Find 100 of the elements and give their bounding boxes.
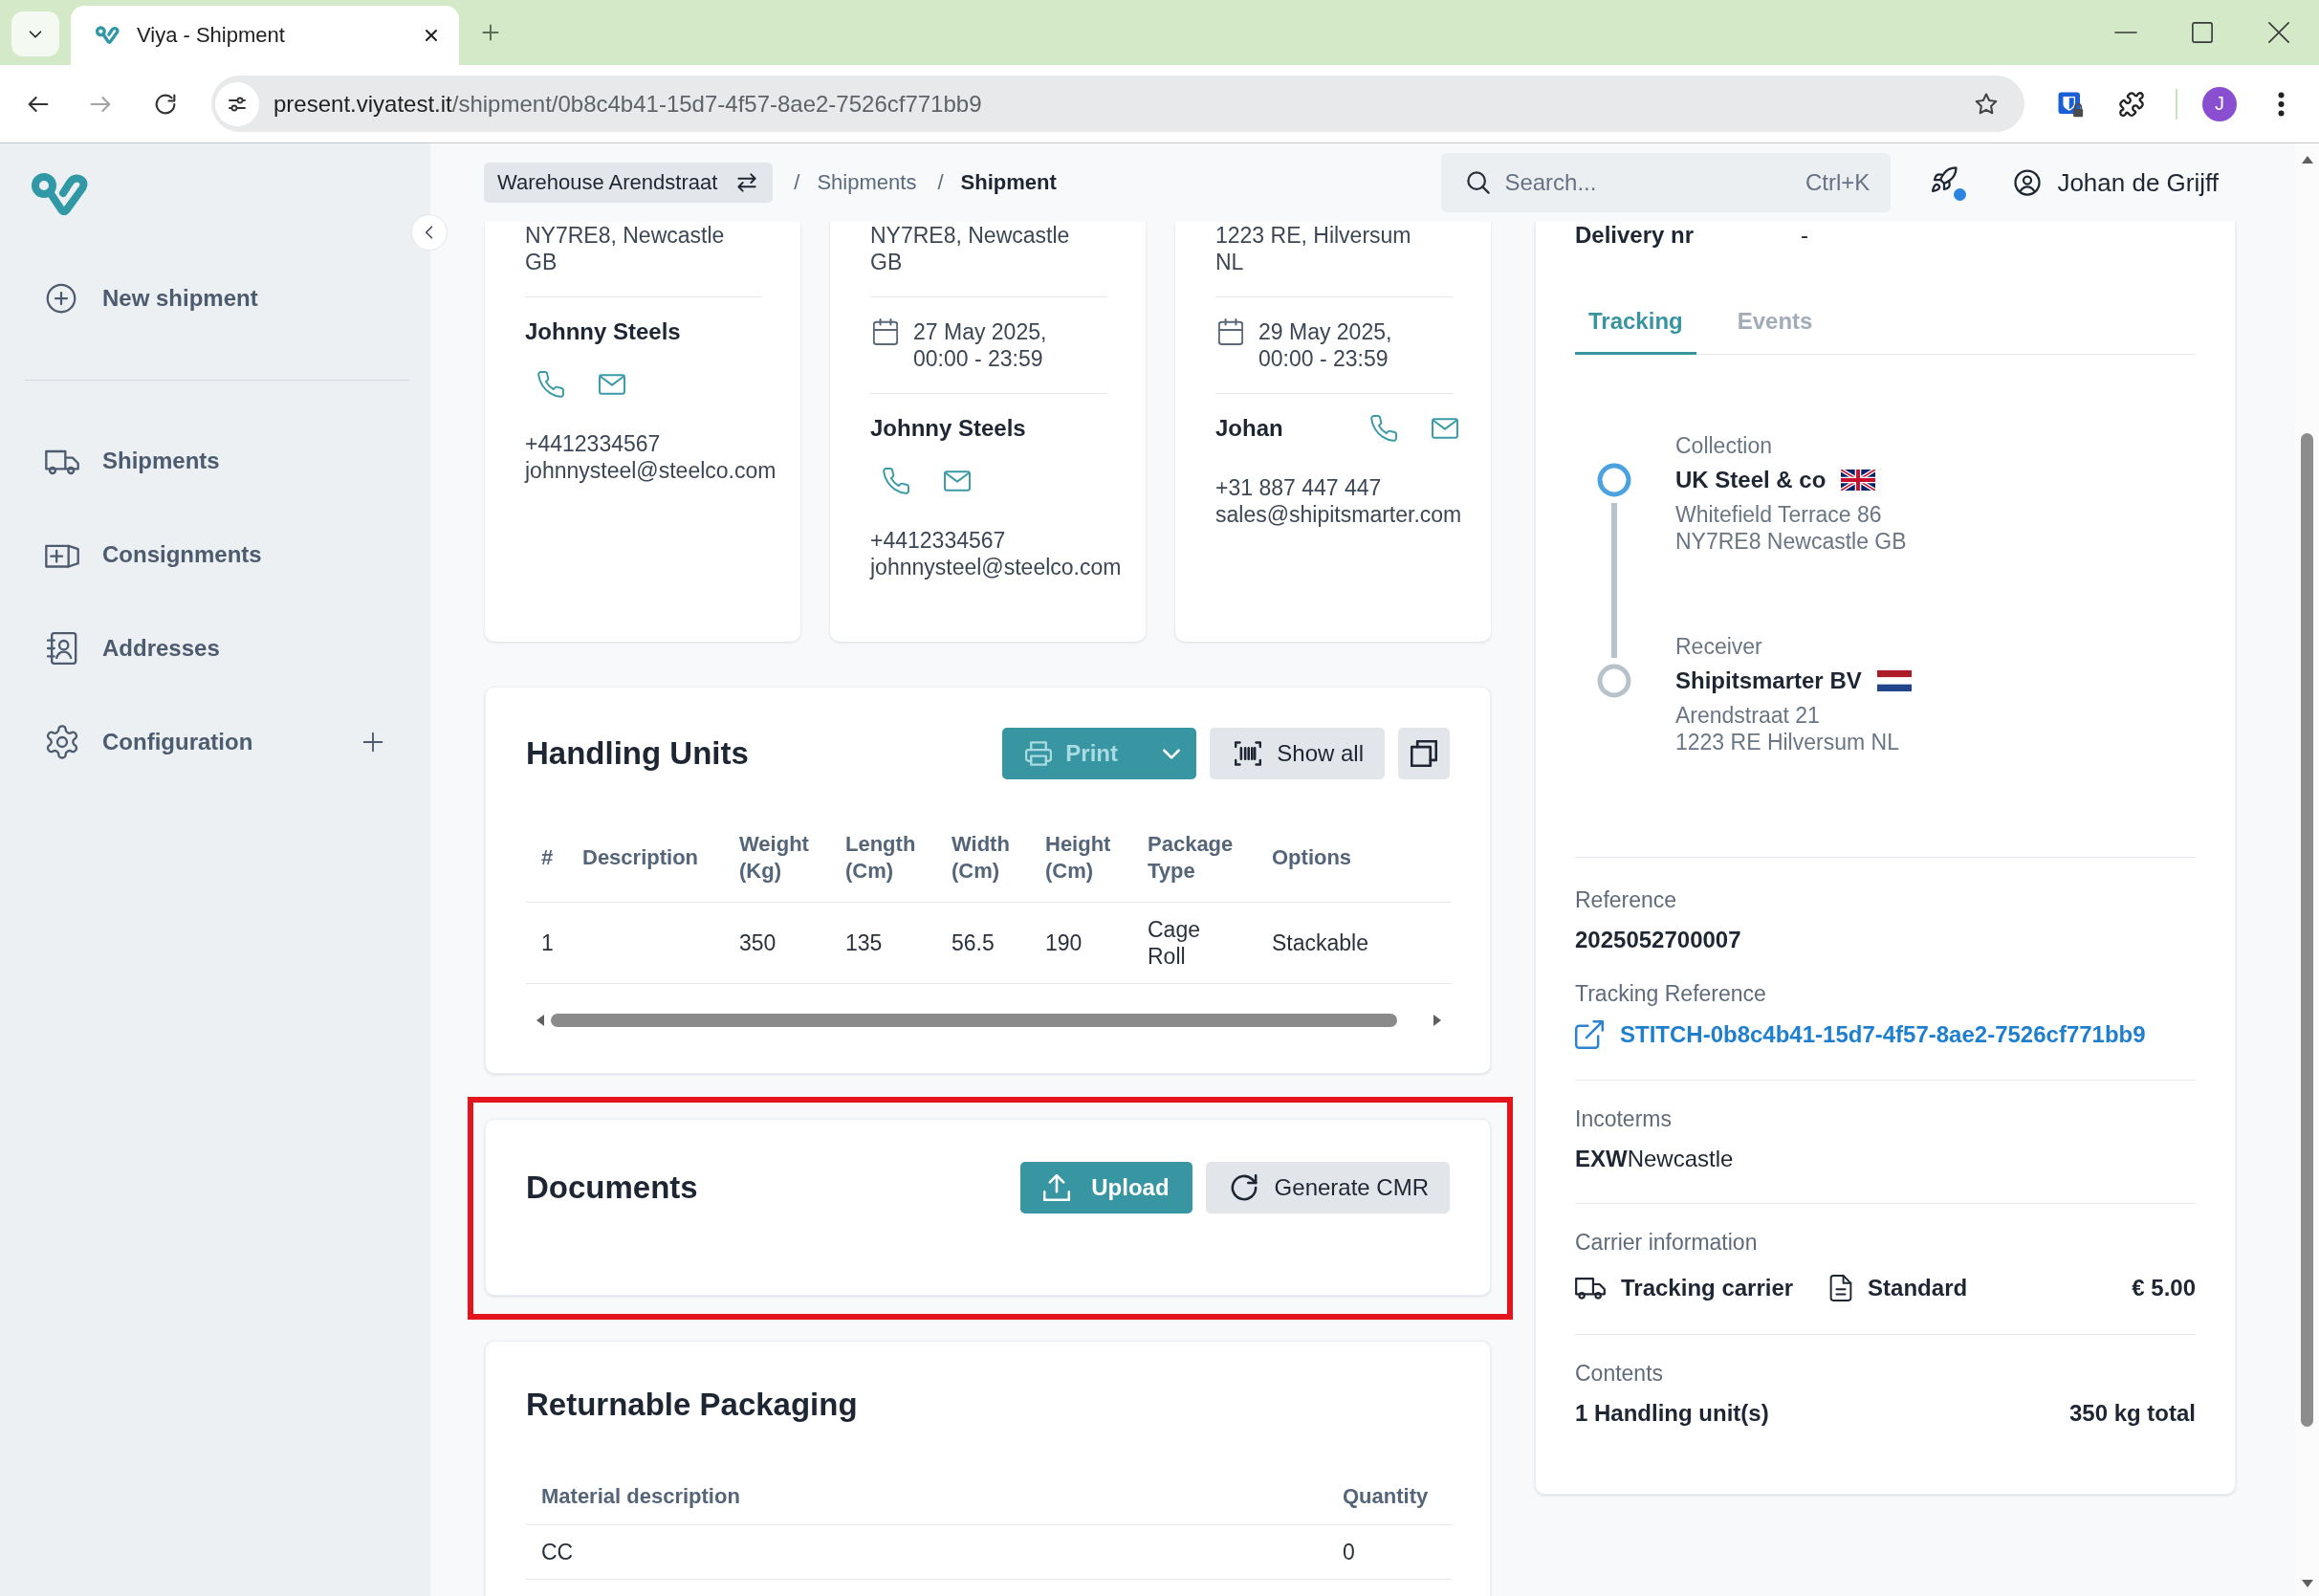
search-field[interactable]: Search... Ctrl+K (1441, 153, 1892, 212)
browser-tab[interactable]: Viya - Shipment (71, 6, 459, 65)
column-header: Quantity (1327, 1469, 1452, 1525)
external-link-icon[interactable] (1575, 1020, 1604, 1049)
minimize-icon (2115, 32, 2136, 33)
user-menu-button[interactable]: Johan de Grijff (2013, 167, 2219, 198)
field-label: Carrier information (1575, 1229, 1759, 1256)
table-cell: Stackable (1257, 902, 1452, 984)
column-header: Weight (Kg) (724, 813, 830, 903)
plus-circle-icon (44, 281, 78, 316)
phone-icon[interactable] (1370, 415, 1397, 442)
contact-name: Johnny Steels (870, 415, 1026, 442)
flag-icon (1841, 470, 1876, 491)
table-cell: 135 (830, 902, 936, 984)
new-shipment-link[interactable]: New shipment (0, 275, 430, 321)
rocket-button[interactable] (1930, 164, 1967, 201)
breadcrumb-link[interactable]: Shipments (817, 170, 917, 195)
contact-name: Johnny Steels (525, 318, 681, 345)
sidebar-item[interactable]: Configuration (0, 719, 430, 765)
sidebar-item[interactable]: Shipments (0, 438, 430, 484)
phone-number: +31 887 447 447 (1215, 474, 1383, 501)
field-label: Reference (1575, 886, 1678, 913)
scroll-left-icon[interactable] (536, 1014, 545, 1027)
contact-name: Johan (1215, 415, 1283, 442)
generate-cmr-button[interactable]: Generate CMR (1205, 1162, 1450, 1213)
field-value: - (1801, 222, 1808, 249)
scrollbar-thumb[interactable] (551, 1014, 1397, 1027)
scroll-up-icon[interactable] (2300, 155, 2314, 164)
address-text: NY7RE8, Newcastle GB (525, 222, 726, 275)
breadcrumb-separator: / (937, 170, 944, 195)
column-header: Width (Cm) (936, 813, 1030, 903)
mail-icon[interactable] (1432, 418, 1458, 439)
address-bar[interactable]: present.viyatest.it/shipment/0b8c4b41-15d7-4f57-8ae2-7526cf771bb9 (211, 76, 2024, 132)
rocket-icon (1930, 164, 1959, 194)
upload-button[interactable]: Upload (1020, 1162, 1192, 1213)
sidebar-item[interactable]: Addresses (0, 625, 430, 671)
table-cell: 0 (1327, 1524, 1452, 1580)
section-title: Returnable Packaging (526, 1386, 859, 1424)
scroll-right-icon[interactable] (1433, 1014, 1442, 1027)
field-label: Delivery nr (1575, 222, 1695, 249)
show-all-button[interactable]: Show all (1210, 728, 1385, 779)
column-header: Length (Cm) (830, 813, 936, 903)
scrollbar-thumb[interactable] (2301, 433, 2313, 1427)
email-address: johnnysteel@steelco.com (525, 457, 777, 484)
column-header: Options (1257, 813, 1452, 903)
table-cell: CC (526, 1524, 1327, 1580)
profile-avatar[interactable]: J (2202, 86, 2237, 121)
stop-address: Arendstraat 21 1223 RE Hilversum NL (1675, 702, 1900, 755)
puzzle-icon[interactable] (2118, 90, 2145, 118)
barcode-scan-icon (1235, 740, 1262, 767)
phone-icon[interactable] (883, 468, 909, 494)
column-header: Package Type (1132, 813, 1257, 903)
mail-icon[interactable] (944, 470, 971, 492)
total-weight: 350 kg total (2068, 1400, 2196, 1427)
tab[interactable]: Tracking (1575, 289, 1696, 355)
mail-icon[interactable] (599, 374, 625, 395)
column-header: # (526, 813, 567, 903)
phone-icon[interactable] (537, 371, 564, 398)
location-switch-button[interactable]: Warehouse Arendstraat (484, 163, 774, 203)
tracking-link[interactable]: STITCH-0b8c4b41-15d7-4f57-8ae2-7526cf771bb9 (1620, 1021, 2146, 1048)
copy-icon (1411, 740, 1437, 767)
field-value: 2025052700007 (1575, 927, 1742, 953)
carrier-name: Tracking carrier (1621, 1275, 1794, 1301)
print-options-button[interactable] (1146, 728, 1197, 779)
address-text: NY7RE8, Newcastle GB (870, 222, 1071, 275)
document-icon (1829, 1275, 1853, 1301)
close-icon (2268, 22, 2289, 43)
search-input[interactable]: Search... (1504, 167, 1796, 198)
scroll-down-icon[interactable] (2300, 1579, 2314, 1588)
breadcrumb-link[interactable]: Shipment (960, 170, 1057, 195)
maximize-icon (2192, 22, 2213, 43)
handling-unit-count: 1 Handling unit(s) (1575, 1400, 1769, 1427)
printer-icon (1025, 740, 1053, 767)
url-text: present.viyatest.it/shipment/0b8c4b41-15d7-4f57-8ae2-7526cf771bb9 (273, 90, 982, 118)
email-address: johnnysteel@steelco.com (870, 554, 1123, 580)
column-header: Material description (526, 1469, 1327, 1525)
table-cell: 1 (526, 902, 567, 984)
column-header: Description (567, 813, 724, 903)
field-label: Incoterms (1575, 1105, 1673, 1132)
table-cell: 56.5 (936, 902, 1030, 984)
breadcrumb-separator: / (794, 170, 800, 195)
sidebar-item[interactable]: Consignments (0, 532, 430, 578)
phone-number: +4412334567 (525, 430, 662, 457)
calendar-icon (873, 318, 898, 345)
section-title: Handling Units (526, 734, 749, 773)
field-value: EXWNewcastle (1575, 1146, 1735, 1172)
site-settings-icon[interactable] (215, 81, 259, 126)
phone-number: +4412334567 (870, 527, 1007, 554)
address-text: 1223 RE, Hilversum NL (1215, 222, 1412, 275)
more-menu-icon[interactable] (2278, 91, 2285, 117)
copy-button[interactable] (1398, 728, 1450, 779)
refresh-icon (1230, 1174, 1258, 1201)
table-cell: Cage Roll (1132, 902, 1257, 984)
date-text: 29 May 2025, 00:00 - 23:59 (1258, 318, 1392, 372)
logo-icon (95, 25, 121, 46)
stop-label: Collection (1675, 432, 1773, 459)
flag-icon (1876, 670, 1912, 691)
stop-label: Receiver (1675, 633, 1763, 660)
column-header: Height (Cm) (1030, 813, 1132, 903)
table-cell: 190 (1030, 902, 1132, 984)
